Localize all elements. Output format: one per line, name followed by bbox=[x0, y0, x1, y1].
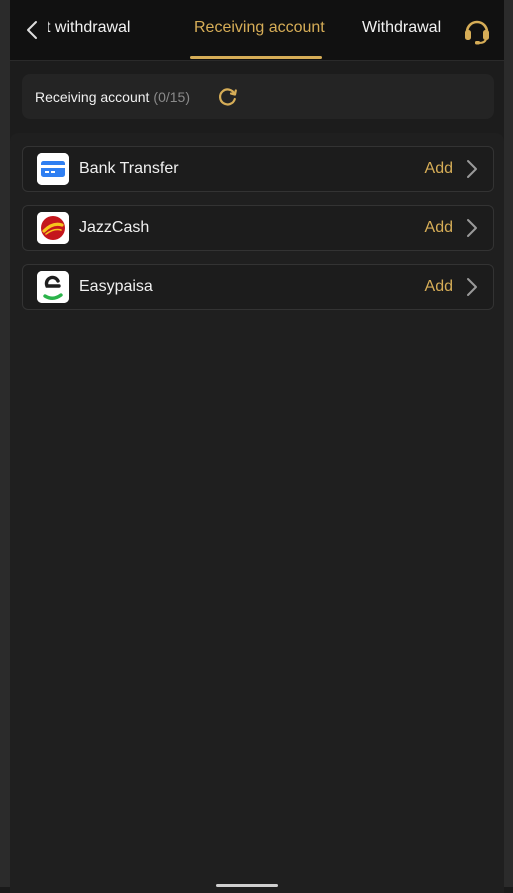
tab-withdrawal-limit[interactable]: Withdrawal l bbox=[362, 19, 446, 37]
bank-card-icon bbox=[37, 153, 69, 185]
account-count: (0/15) bbox=[153, 89, 190, 105]
summary-title: Receiving account bbox=[35, 89, 150, 105]
accounts-panel: Bank Transfer Add JazzCash Add Easypaisa… bbox=[10, 133, 504, 893]
summary-label: Receiving account (0/15) bbox=[35, 89, 190, 105]
active-tab-indicator bbox=[190, 56, 322, 59]
jazzcash-logo-icon bbox=[37, 212, 69, 244]
tab-receiving-account[interactable]: Receiving account bbox=[194, 19, 325, 37]
left-rail bbox=[0, 0, 10, 887]
account-row-jazzcash[interactable]: JazzCash Add bbox=[22, 205, 494, 251]
tab-strip: st withdrawal Receiving account Withdraw… bbox=[48, 0, 446, 60]
headset-icon bbox=[465, 20, 489, 45]
chevron-right-icon bbox=[467, 278, 477, 296]
chevron-right-icon bbox=[467, 219, 477, 237]
account-row-bank-transfer[interactable]: Bank Transfer Add bbox=[22, 146, 494, 192]
add-account-button[interactable]: Add bbox=[425, 160, 453, 178]
refresh-icon bbox=[219, 88, 237, 106]
add-account-button[interactable]: Add bbox=[425, 219, 453, 237]
chevron-right-icon bbox=[467, 160, 477, 178]
add-account-button[interactable]: Add bbox=[425, 278, 453, 296]
top-navigation-bar: st withdrawal Receiving account Withdraw… bbox=[10, 0, 504, 61]
receiving-account-summary: Receiving account (0/15) bbox=[22, 74, 494, 119]
account-name: Bank Transfer bbox=[79, 160, 179, 177]
customer-support-button[interactable] bbox=[462, 16, 492, 46]
easypaisa-logo-icon bbox=[37, 271, 69, 303]
refresh-button[interactable] bbox=[217, 86, 239, 108]
account-name: JazzCash bbox=[79, 219, 150, 236]
chevron-left-icon bbox=[27, 21, 37, 39]
back-button[interactable] bbox=[20, 18, 44, 42]
tab-last-withdrawal[interactable]: st withdrawal bbox=[48, 19, 130, 37]
account-name: Easypaisa bbox=[79, 278, 153, 295]
right-rail bbox=[504, 0, 513, 887]
app-container: st withdrawal Receiving account Withdraw… bbox=[10, 0, 504, 893]
account-row-easypaisa[interactable]: Easypaisa Add bbox=[22, 264, 494, 310]
